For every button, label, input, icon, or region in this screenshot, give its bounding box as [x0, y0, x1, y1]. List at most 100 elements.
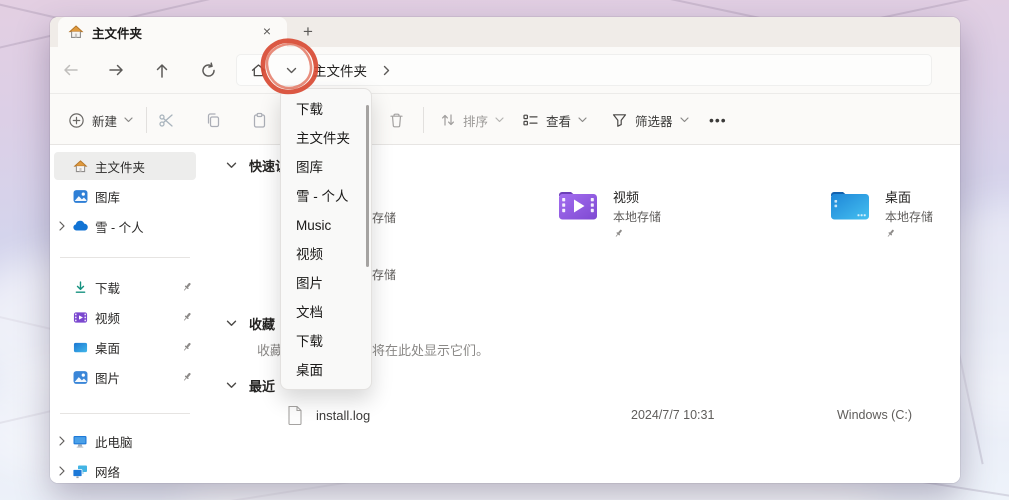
copy-button[interactable]: [201, 104, 226, 136]
window-body: 主文件夹 图库 雪 - 个人 下载 视频 桌面 图片 此电脑 网络 快速访问 存…: [50, 145, 960, 483]
address-dropdown-menu: 下载 主文件夹 图库 雪 - 个人 Music 视频 图片 文档 下载 桌面: [280, 88, 372, 390]
section-favorites[interactable]: 收藏: [226, 314, 275, 333]
menu-item-downloads-2[interactable]: 下载: [281, 327, 371, 356]
new-button-label: 新建: [92, 114, 118, 129]
expand-chevron-icon[interactable]: [54, 436, 70, 446]
filter-button-label: 筛选器: [635, 114, 673, 129]
menu-item-onedrive[interactable]: 雪 - 个人: [281, 182, 371, 211]
more-options-label: •••: [709, 112, 727, 128]
sidebar-item-videos[interactable]: 视频: [54, 303, 196, 331]
menu-item-downloads[interactable]: 下载: [281, 95, 371, 124]
sidebar-item-label: 图库: [95, 190, 121, 205]
sidebar-item-onedrive[interactable]: 雪 - 个人: [54, 212, 196, 240]
more-options-button[interactable]: •••: [705, 104, 731, 136]
toolbar-separator: [146, 107, 147, 133]
trash-icon: [390, 113, 403, 127]
sidebar-item-home[interactable]: 主文件夹: [54, 152, 196, 180]
home-outline-icon: [251, 63, 265, 76]
hidden-tile-label-fragment: 存储: [372, 268, 397, 282]
address-dropdown-button[interactable]: [277, 56, 305, 84]
videos-folder-icon: [559, 192, 597, 220]
sidebar-item-label: 图片: [95, 371, 121, 386]
forward-button[interactable]: [102, 56, 130, 84]
home-icon: [68, 25, 84, 38]
chevron-down-icon: [495, 117, 504, 123]
sidebar-item-gallery[interactable]: 图库: [54, 182, 196, 210]
expand-chevron-icon[interactable]: [54, 221, 70, 231]
delete-button[interactable]: [384, 104, 409, 136]
back-arrow-icon: [63, 64, 78, 76]
chevron-right-icon: [383, 65, 389, 75]
this-pc-icon: [70, 434, 90, 449]
sidebar-item-label: 雪 - 个人: [95, 220, 144, 235]
back-button[interactable]: [56, 56, 84, 84]
copy-icon: [207, 112, 220, 127]
tab-home-folder[interactable]: 主文件夹 ×: [58, 17, 287, 47]
network-icon: [70, 464, 90, 479]
address-home-button[interactable]: [244, 56, 272, 84]
tab-close-button[interactable]: ×: [257, 22, 277, 42]
file-icon: [288, 405, 302, 426]
new-button[interactable]: 新建: [64, 104, 137, 136]
gallery-icon: [70, 189, 90, 204]
view-button-label: 查看: [546, 114, 572, 129]
tile-name: 视频: [613, 190, 640, 205]
cut-button[interactable]: [154, 104, 179, 136]
sort-button[interactable]: 排序: [436, 104, 508, 136]
tab-title: 主文件夹: [92, 26, 143, 41]
file-name: install.log: [316, 408, 371, 423]
video-icon: [70, 310, 90, 325]
chevron-down-icon: [286, 67, 296, 73]
breadcrumb-chevron-button[interactable]: [372, 56, 400, 84]
menu-item-videos[interactable]: 视频: [281, 240, 371, 269]
home-icon: [70, 159, 90, 174]
section-recent[interactable]: 最近: [226, 376, 275, 395]
pin-icon: [178, 341, 196, 353]
section-label: 最近: [249, 379, 276, 394]
expand-chevron-icon[interactable]: [54, 466, 70, 476]
up-arrow-icon: [156, 63, 168, 78]
menu-scrollbar[interactable]: [366, 105, 369, 267]
sidebar-item-label: 此电脑: [95, 435, 133, 450]
new-tab-button[interactable]: +: [296, 20, 320, 44]
pictures-icon: [70, 370, 90, 385]
sidebar-item-pictures[interactable]: 图片: [54, 363, 196, 391]
view-button[interactable]: 查看: [518, 104, 591, 136]
hidden-tile-label-fragment: 存储: [372, 211, 397, 225]
refresh-button[interactable]: [194, 56, 222, 84]
menu-item-home[interactable]: 主文件夹: [281, 124, 371, 153]
tile-subtitle: 本地存储: [885, 210, 934, 224]
tile-desktop[interactable]: 桌面 本地存储: [829, 187, 933, 239]
paste-button[interactable]: [247, 104, 272, 136]
funnel-icon: [612, 114, 627, 127]
file-explorer-window: 主文件夹 × + 主文件夹 新建 排序 查看 筛选器 ••• 主文件夹 图库 雪…: [50, 17, 960, 483]
menu-item-gallery[interactable]: 图库: [281, 153, 371, 182]
menu-item-pictures[interactable]: 图片: [281, 269, 371, 298]
desktop-icon: [70, 341, 90, 354]
menu-item-music[interactable]: Music: [281, 211, 371, 240]
menu-item-documents[interactable]: 文档: [281, 298, 371, 327]
pin-icon: [178, 281, 196, 293]
sidebar-item-this-pc[interactable]: 此电脑: [54, 427, 196, 455]
file-row-install-log[interactable]: install.log 2024/7/7 10:31 Windows (C:): [200, 403, 960, 431]
collapse-chevron-icon: [226, 162, 237, 168]
sort-arrows-icon: [441, 114, 455, 126]
pin-icon: [887, 229, 894, 237]
pin-icon: [178, 371, 196, 383]
sidebar-item-downloads[interactable]: 下载: [54, 273, 196, 301]
menu-item-desktop[interactable]: 桌面: [281, 356, 371, 385]
tile-videos[interactable]: 视频 本地存储: [557, 187, 661, 239]
scissors-icon: [159, 113, 173, 127]
breadcrumb[interactable]: 主文件夹: [313, 60, 367, 80]
up-button[interactable]: [148, 56, 176, 84]
sidebar-divider: [60, 413, 190, 414]
sidebar-item-desktop[interactable]: 桌面: [54, 333, 196, 361]
file-location: Windows (C:): [837, 408, 913, 422]
sidebar-item-network[interactable]: 网络: [54, 457, 196, 483]
pin-icon: [615, 229, 622, 237]
command-toolbar: 新建 排序 查看 筛选器 •••: [50, 93, 960, 145]
paste-icon: [253, 112, 266, 128]
filter-button[interactable]: 筛选器: [607, 104, 693, 136]
desktop-folder-icon: [831, 192, 869, 220]
pin-icon: [178, 311, 196, 323]
